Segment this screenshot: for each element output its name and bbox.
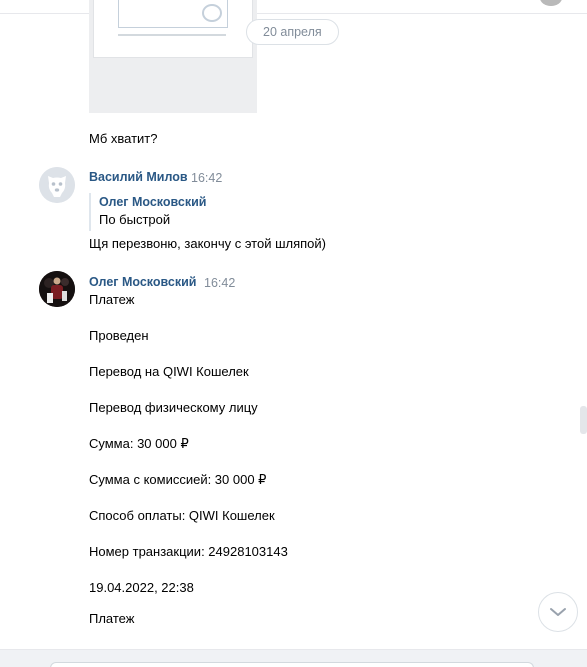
- message-line: Платеж: [89, 611, 135, 626]
- message-time[interactable]: 16:42: [191, 171, 222, 185]
- composer-bar: [0, 649, 587, 667]
- message-line: Перевод физическому лицу: [89, 400, 258, 415]
- message-line: 19.04.2022, 22:38: [89, 580, 194, 595]
- quote-author: Олег Московский: [99, 195, 207, 209]
- date-divider: 20 апреля: [246, 19, 339, 45]
- message-line: Способ оплаты: QIWI Кошелек: [89, 508, 275, 523]
- reply-quote[interactable]: Олег Московский По быстрой: [89, 193, 206, 231]
- message-line: Проведен: [89, 328, 149, 343]
- photo-attachment[interactable]: [89, 0, 257, 113]
- message-text: Мб хватит?: [89, 131, 158, 146]
- document-preview: [93, 0, 253, 58]
- scrollbar-thumb[interactable]: [580, 406, 587, 434]
- message-line: Сумма: 30 000 ₽: [89, 436, 189, 451]
- message-time[interactable]: 16:42: [204, 276, 235, 290]
- message-input[interactable]: [50, 662, 534, 667]
- message-author[interactable]: Олег Московский: [89, 275, 196, 289]
- sender-avatar[interactable]: [39, 167, 75, 203]
- message-line: Номер транзакции: 24928103143: [89, 544, 288, 559]
- chevron-down-icon: [550, 608, 566, 616]
- user-photo-avatar-icon: [39, 271, 75, 307]
- message-line: Перевод на QIWI Кошелек: [89, 364, 249, 379]
- vk-dog-avatar-icon: [39, 167, 75, 203]
- message-author[interactable]: Василий Милов: [89, 170, 188, 184]
- message-line: Платеж: [89, 292, 135, 307]
- sender-avatar[interactable]: [39, 271, 75, 307]
- document-preview-line: [118, 34, 226, 36]
- message-text: Щя перезвоню, закончу с этой шляпой): [89, 236, 326, 251]
- scroll-down-button[interactable]: [538, 592, 578, 632]
- quote-text: По быстрой: [99, 212, 171, 227]
- message-line: Сумма с комиссией: 30 000 ₽: [89, 472, 267, 487]
- document-preview-stamp: [202, 4, 222, 22]
